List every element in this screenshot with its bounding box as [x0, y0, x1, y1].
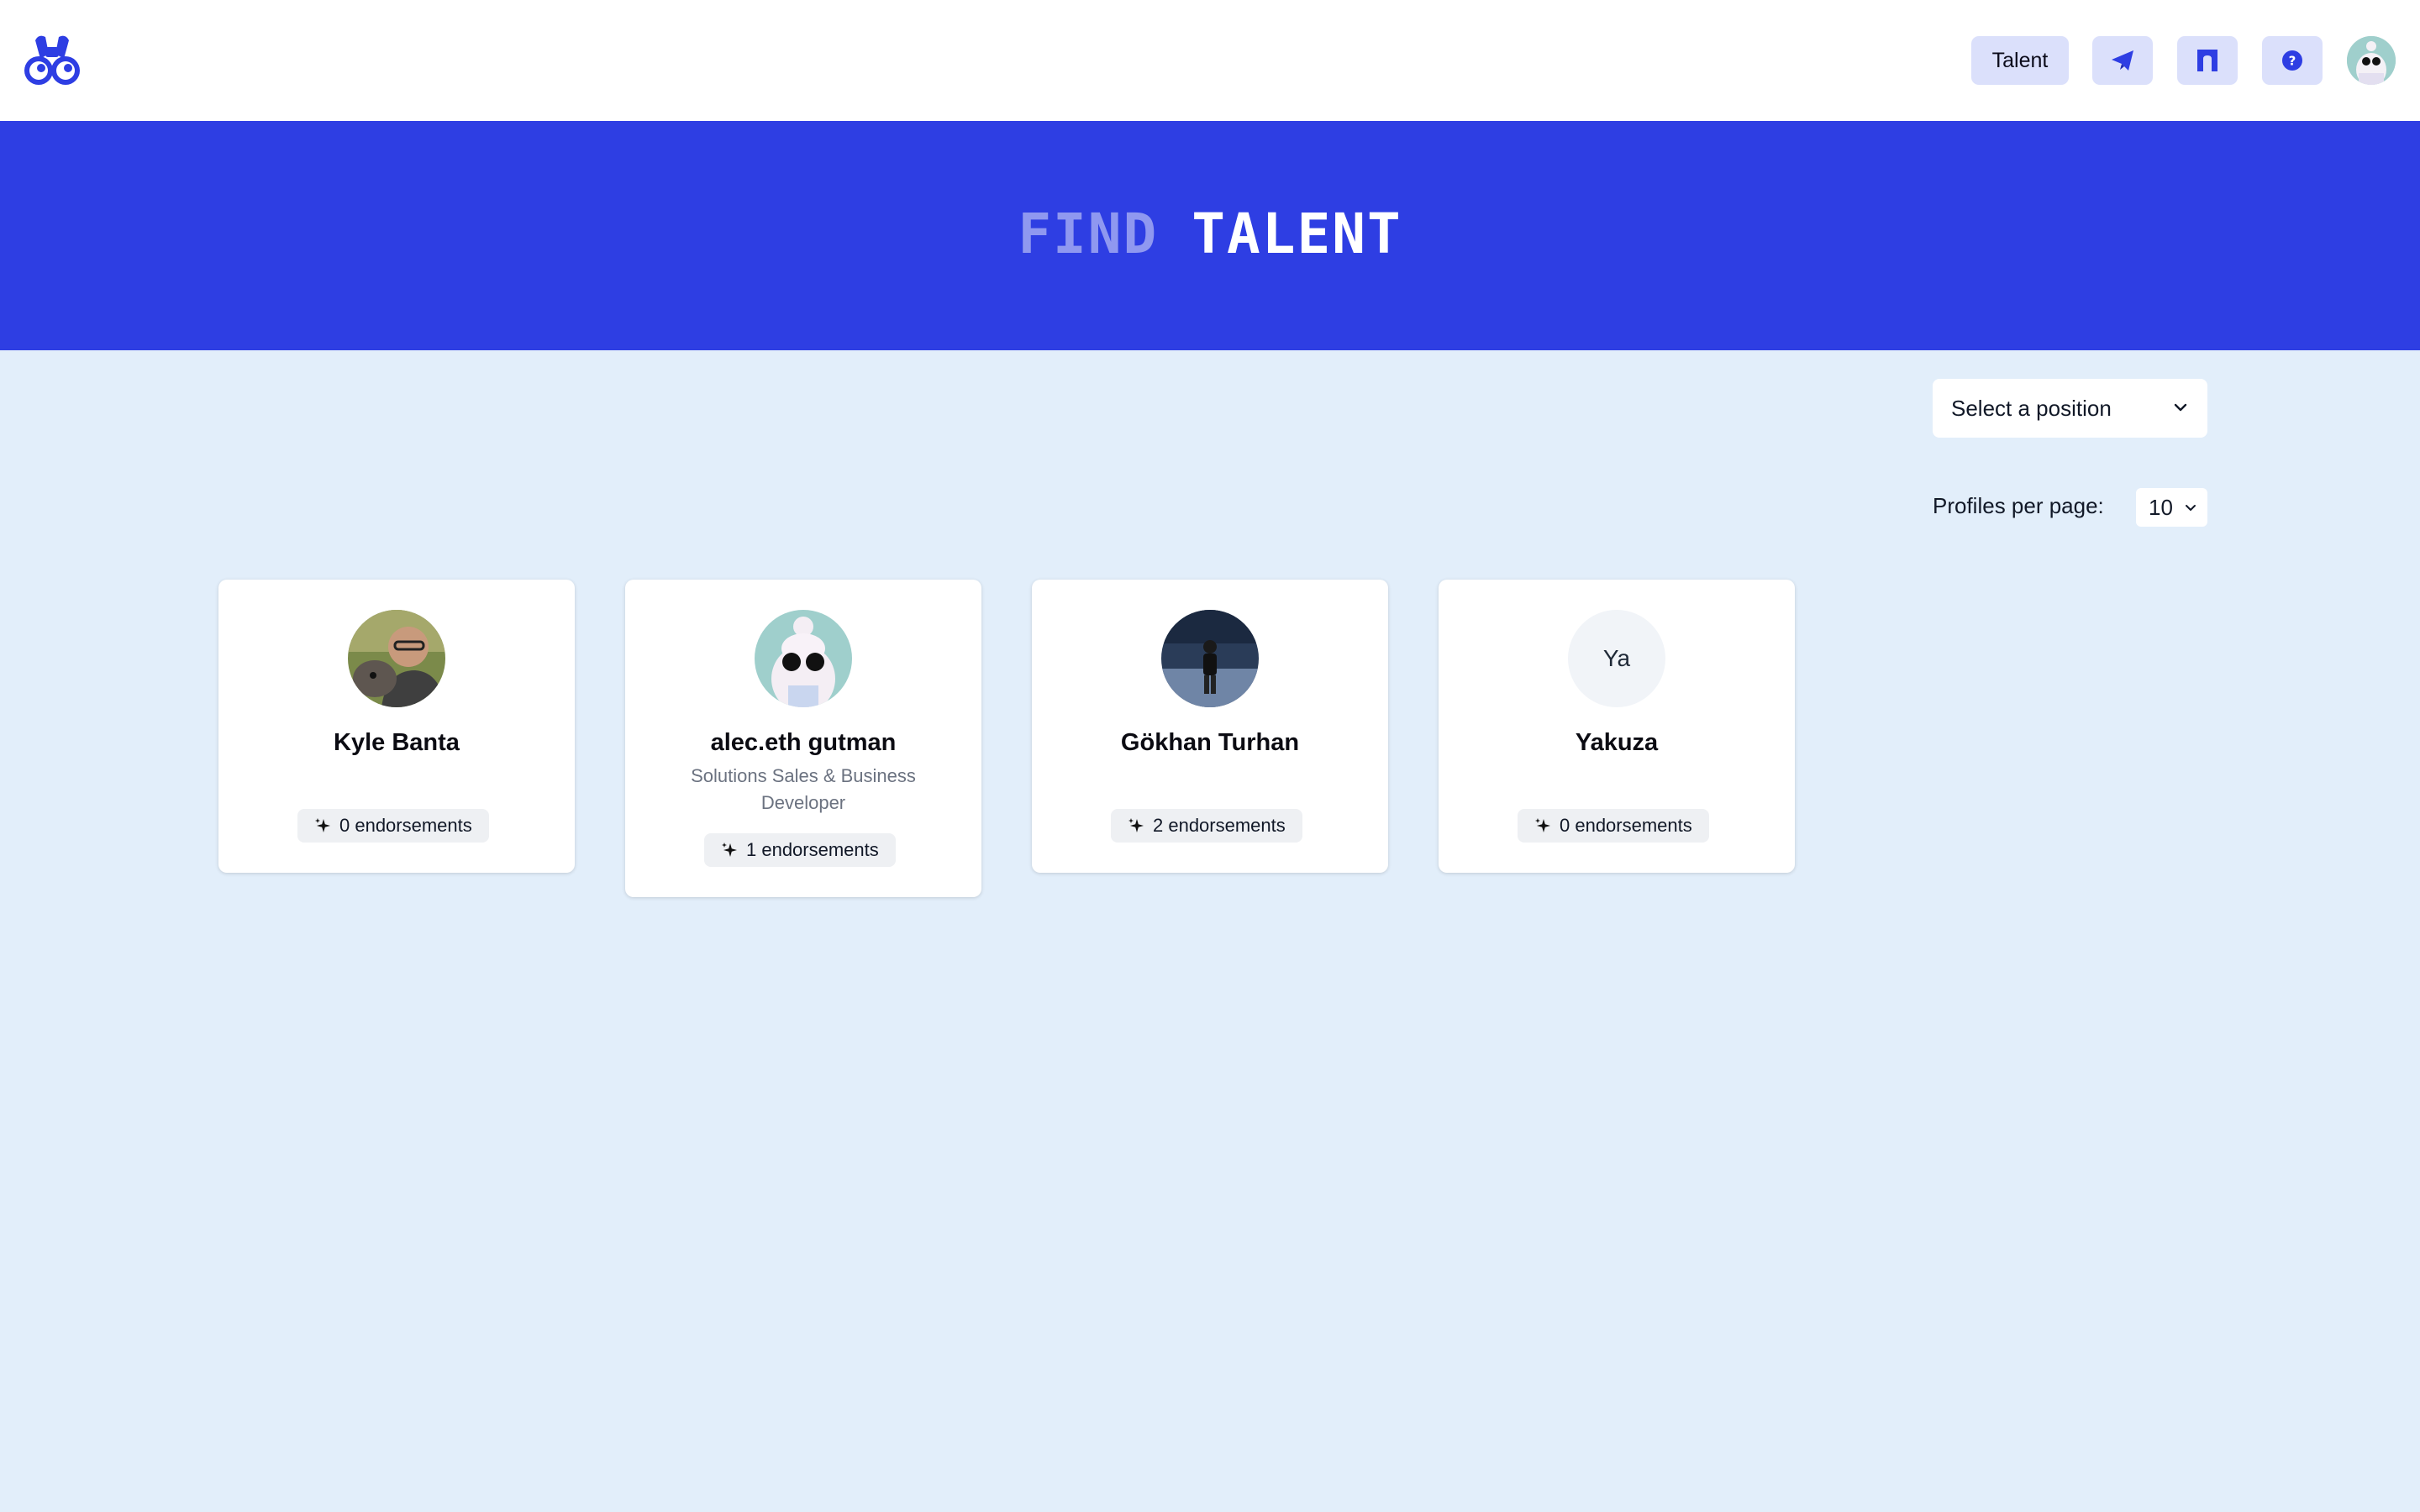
help-button[interactable]: ?	[2262, 36, 2323, 85]
position-select-value: Select a position	[1951, 395, 2112, 421]
send-icon	[2112, 50, 2133, 71]
hero-banner: FIND TALENT	[0, 121, 2420, 350]
profile-avatar	[1161, 610, 1259, 707]
profile-name: Yakuza	[1575, 729, 1659, 756]
title-word-find: FIND	[1018, 202, 1159, 266]
profile-name: Gökhan Turhan	[1120, 729, 1300, 756]
profile-card[interactable]: Ya Yakuza 0 endorsements	[1439, 580, 1795, 873]
profile-avatar	[755, 610, 852, 707]
chevron-down-icon	[2174, 403, 2187, 412]
profiles-per-page-label: Profiles per page:	[1933, 493, 2104, 518]
chevron-down-icon	[2186, 505, 2196, 511]
binoculars-logo-icon[interactable]	[24, 34, 81, 87]
profile-card[interactable]: Kyle Banta 0 endorsements	[218, 580, 575, 873]
sparkle-icon	[722, 843, 737, 857]
profile-name: Kyle Banta	[334, 729, 460, 756]
help-icon: ?	[2282, 50, 2302, 71]
profile-name: alec.eth gutman	[710, 729, 897, 756]
position-select[interactable]: Select a position	[1933, 379, 2207, 438]
profile-avatar-initials: Ya	[1568, 610, 1665, 707]
endorsements-count: 0 endorsements	[1560, 815, 1692, 836]
endorsements-count: 0 endorsements	[339, 815, 472, 836]
endorsements-badge: 0 endorsements	[1518, 809, 1709, 843]
avatar-initials-text: Ya	[1602, 645, 1631, 671]
page-title: FIND TALENT	[0, 207, 2420, 262]
gate-icon	[2197, 50, 2217, 71]
profile-avatar	[348, 610, 445, 707]
sparkle-icon	[315, 818, 330, 832]
nav-talent-label: Talent	[1991, 48, 2049, 72]
gate-button[interactable]	[2177, 36, 2238, 85]
profile-subtitle: Solutions Sales & Business Developer	[691, 765, 916, 813]
endorsements-badge: 0 endorsements	[297, 809, 489, 843]
profile-card[interactable]: alec.eth gutman Solutions Sales & Busine…	[625, 580, 981, 897]
profile-card[interactable]: Gökhan Turhan 2 endorsements	[1032, 580, 1388, 873]
top-nav-bar: Talent ?	[0, 0, 2420, 121]
endorsements-count: 2 endorsements	[1153, 815, 1286, 836]
profiles-per-page-select[interactable]: 10	[2136, 488, 2207, 527]
sparkle-icon	[1128, 818, 1144, 832]
title-word-talent: TALENT	[1192, 202, 1402, 266]
sparkle-icon	[1535, 818, 1550, 832]
nav-talent-button[interactable]: Talent	[1971, 36, 2069, 85]
endorsements-badge: 1 endorsements	[704, 833, 896, 867]
user-avatar[interactable]	[2347, 36, 2396, 85]
svg-text:?: ?	[2289, 54, 2296, 69]
endorsements-count: 1 endorsements	[746, 839, 879, 860]
endorsements-badge: 2 endorsements	[1111, 809, 1302, 843]
profiles-per-page-value: 10	[2149, 494, 2173, 520]
send-button[interactable]	[2092, 36, 2153, 85]
